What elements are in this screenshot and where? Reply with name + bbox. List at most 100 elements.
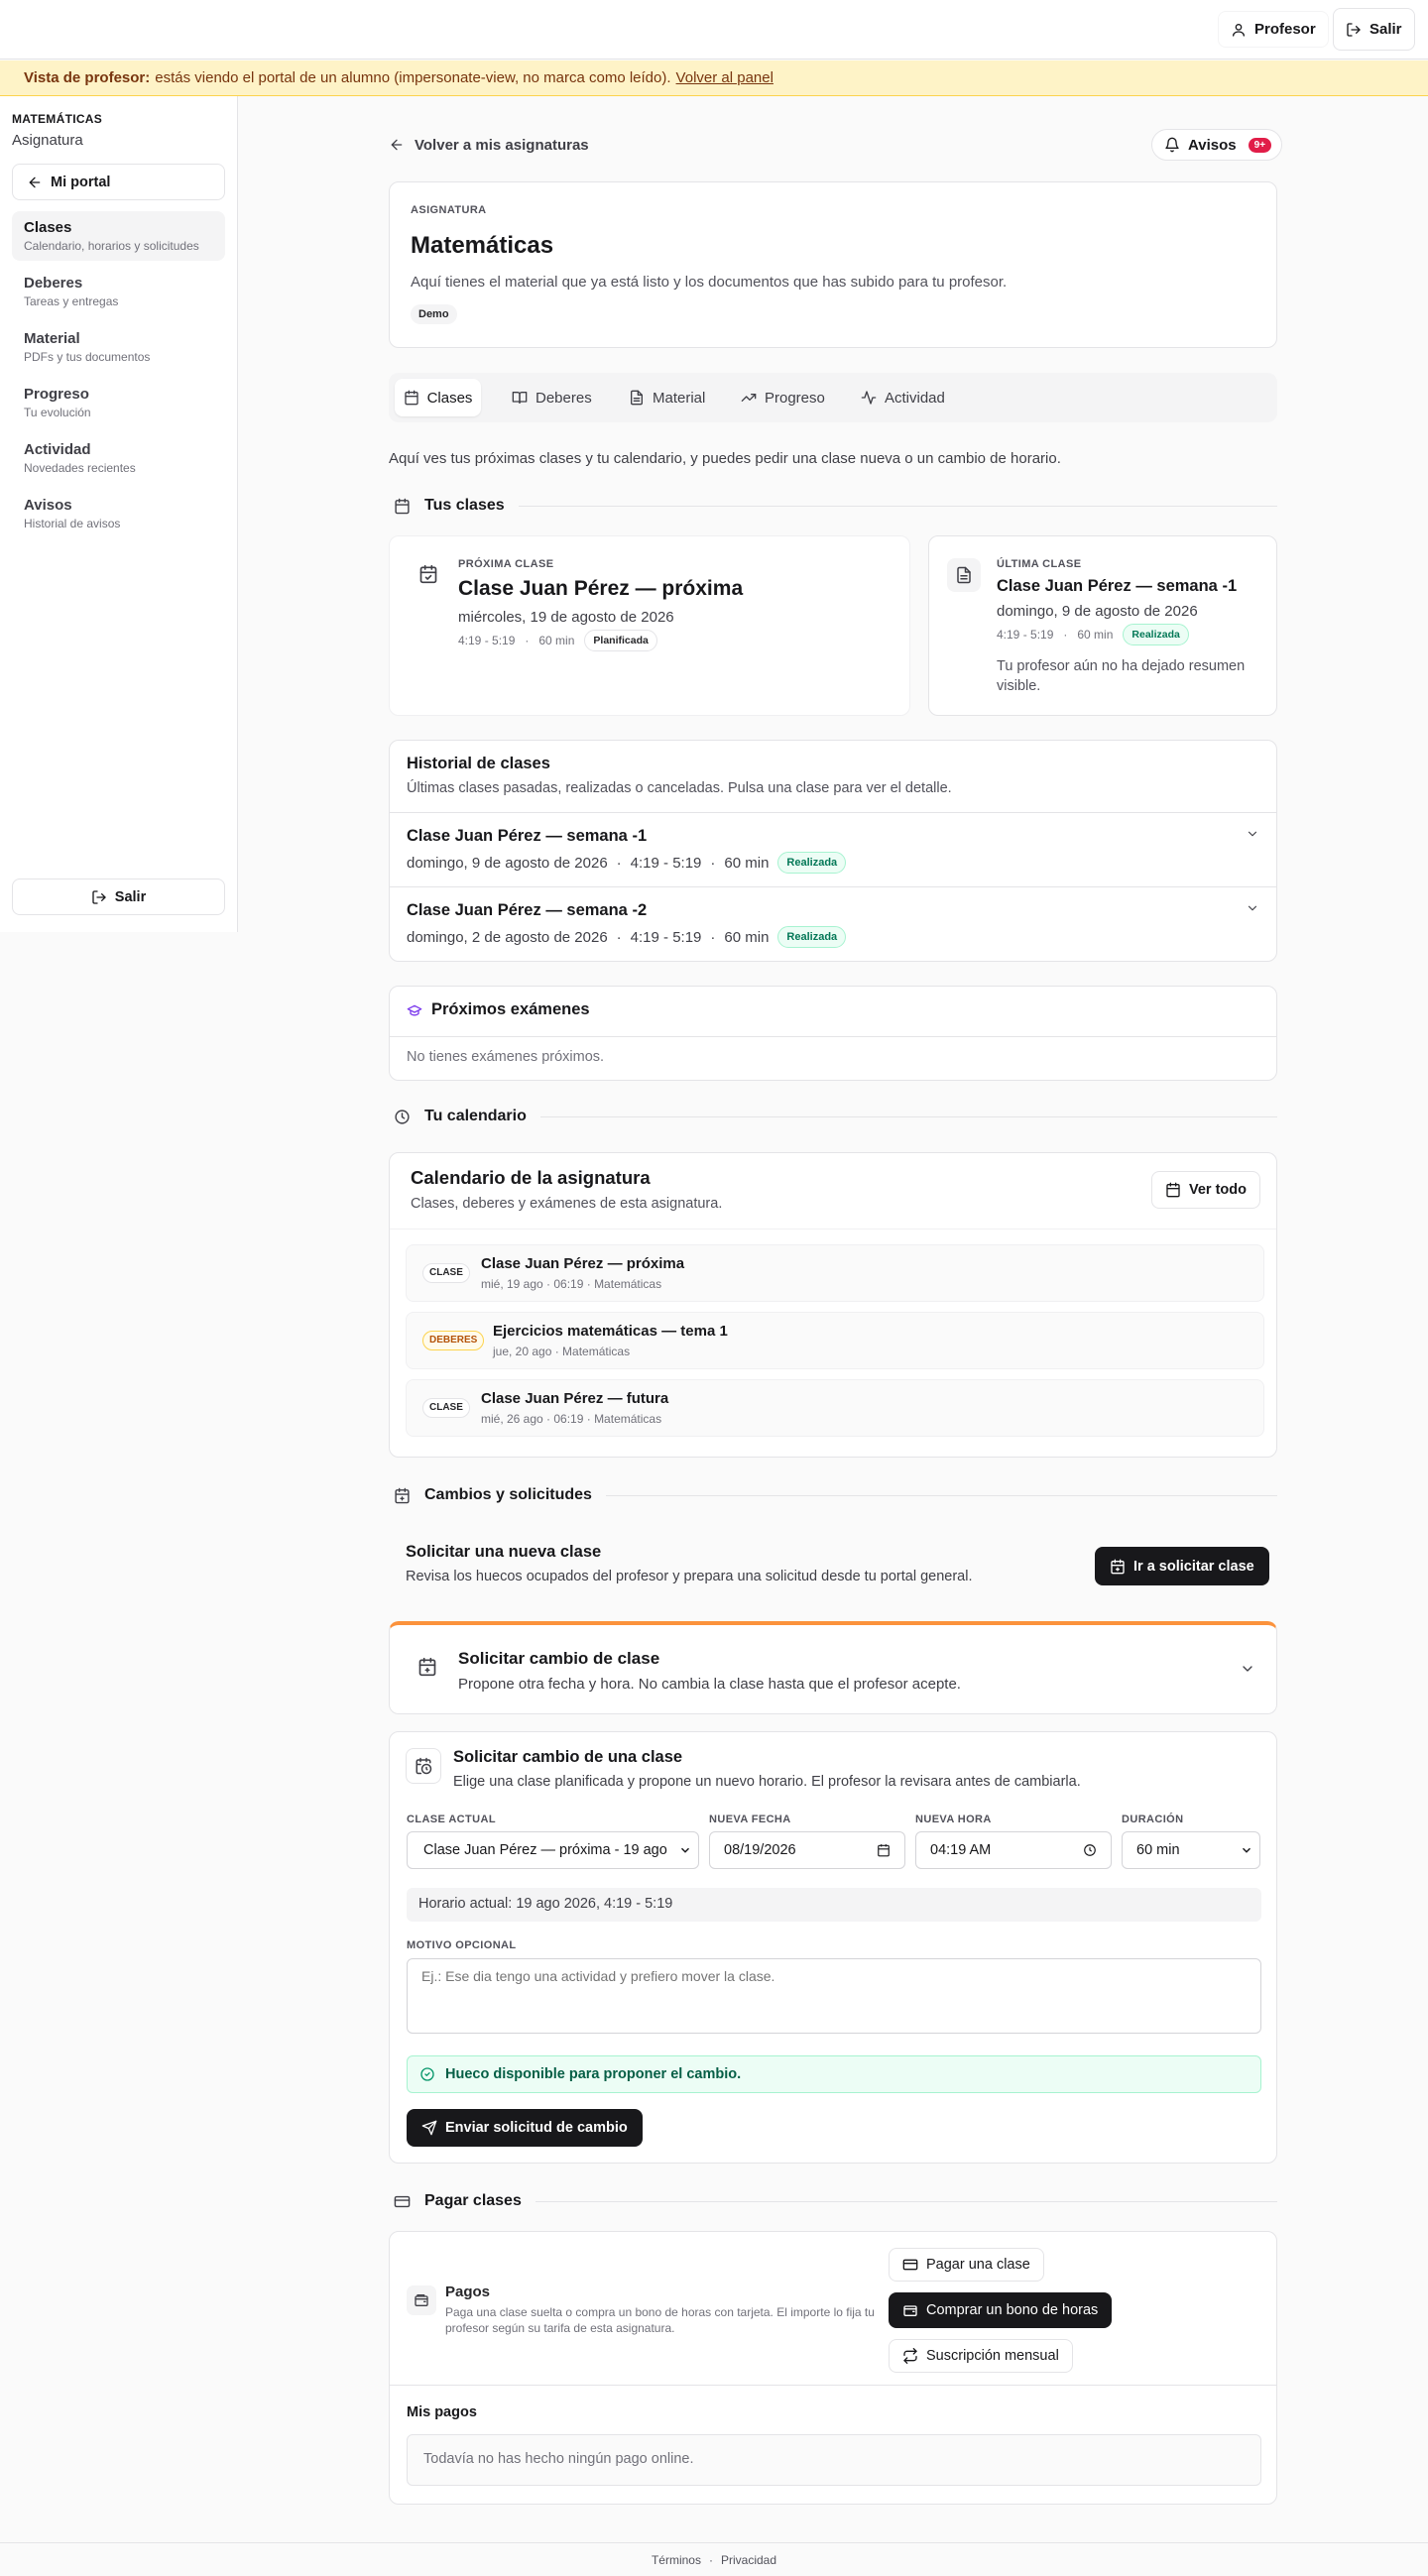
footer: Términos · Privacidad [0,2542,1428,2576]
sidebar-item-clases[interactable]: Clases Calendario, horarios y solicitudes [12,211,225,261]
sidebar-item-label: Clases [24,219,72,236]
dot-separator: · [525,634,530,647]
arrow-left-icon [391,139,403,151]
status-badge: Realizada [1123,624,1189,645]
next-time: 4:19 - 5:19 [458,634,516,647]
tab-material[interactable]: Material [629,379,705,416]
dot-separator: · [616,928,622,946]
buy-bundle-button[interactable]: Comprar un bono de horas [889,2292,1113,2328]
exams-divider [390,1036,1276,1037]
view-all-button[interactable]: Ver todo [1151,1171,1261,1209]
request-class-label: Ir a solicitar clase [1133,1558,1254,1575]
last-summary: Tu profesor aún no ha dejado resumen vis… [997,658,1246,694]
tab-clases[interactable]: Clases [395,379,481,416]
back-to-panel-link[interactable]: Volver al panel [676,69,774,86]
row-time: 4:19 - 5:19 [630,928,702,946]
item-title: Ejercicios matemáticas — tema 1 [493,1323,728,1340]
change-title: Solicitar cambio de clase [458,1649,660,1668]
item-title: Clase Juan Pérez — futura [481,1390,669,1407]
calendar-item[interactable]: DEBERES Ejercicios matemáticas — tema 1 … [406,1312,1264,1369]
sidebar-logout-button[interactable]: Salir [12,878,225,915]
reason-textarea[interactable] [407,1958,1261,2034]
logout-label: Salir [1369,21,1402,38]
payments-desc: Paga una clase suelta o compra un bono d… [445,2305,875,2335]
calendar-item[interactable]: CLASE Clase Juan Pérez — futura mié, 26 … [406,1379,1264,1437]
submit-change-button[interactable]: Enviar solicitud de cambio [407,2109,643,2147]
chevron-down-icon [1242,1847,1251,1853]
sidebar-item-avisos[interactable]: Avisos Historial de avisos [12,489,225,538]
next-class-card[interactable]: PRÓXIMA CLASE Clase Juan Pérez — próxima… [389,535,910,716]
calendar-plus-icon [418,1657,436,1677]
tab-deberes[interactable]: Deberes [512,379,592,416]
sidebar-item-progreso[interactable]: Progreso Tu evolución [12,378,225,427]
sidebar-item-desc: Novedades recientes [24,461,136,475]
history-row-title: Clase Juan Pérez — semana -1 [407,827,648,845]
chevron-down-icon [680,1847,690,1853]
new-date-input[interactable]: 08/19/2026 [709,1831,905,1869]
next-meta: 4:19 - 5:19 · 60 min Planificada [458,630,657,651]
item-tag: DEBERES [422,1331,485,1350]
history-card: Historial de clases Últimas clases pasad… [389,740,1277,962]
tab-progreso[interactable]: Progreso [741,379,825,416]
new-time-input[interactable]: 04:19 AM [915,1831,1112,1869]
chevron-down-icon[interactable] [1240,1661,1255,1677]
back-link[interactable]: Volver a mis asignaturas [389,135,589,155]
new-class-panel: Solicitar una nueva clase Revisa los hue… [389,1527,1277,1604]
chevron-down-icon[interactable] [1246,901,1259,915]
last-class-card[interactable]: ÚLTIMA CLASE Clase Juan Pérez — semana -… [928,535,1277,716]
item-tag: CLASE [422,1263,470,1283]
history-row[interactable]: Clase Juan Pérez — semana -1 domingo, 9 … [390,812,1276,886]
view-all-label: Ver todo [1189,1182,1248,1198]
label-time: NUEVA HORA [915,1814,992,1825]
credit-card-icon [394,2195,411,2207]
row-date: domingo, 9 de agosto de 2026 [407,854,608,872]
monthly-label: Suscripción mensual [926,2348,1059,2364]
history-title: Historial de clases [407,755,550,772]
section-title: Cambios y solicitudes [424,1486,592,1503]
label-date: NUEVA FECHA [709,1814,791,1825]
divider [605,1494,1277,1496]
calendario-heading: Tu calendario [394,1105,1277,1128]
terms-link[interactable]: Términos [652,2553,701,2567]
calendar-icon [1166,1182,1180,1198]
label-reason: MOTIVO OPCIONAL [407,1939,517,1951]
tab-label: Clases [426,389,473,407]
my-portal-button[interactable]: Mi portal [12,164,225,200]
item-tag: CLASE [422,1398,470,1418]
footer-separator: · [708,2552,713,2567]
monthly-subscription-button[interactable]: Suscripción mensual [889,2339,1073,2373]
change-class-collapsed[interactable]: Solicitar cambio de clase Propone otra f… [389,1621,1277,1714]
trending-up-icon [741,394,757,402]
logout-button[interactable]: Salir [1333,8,1415,51]
sidebar-subtitle: Asignatura [12,132,83,149]
chevron-down-icon[interactable] [1246,827,1259,841]
next-duration: 60 min [538,634,575,647]
pay-one-label: Pagar una clase [926,2257,1030,2273]
availability-text: Hueco disponible para proponer el cambio… [445,2066,742,2082]
privacy-link[interactable]: Privacidad [721,2553,776,2567]
label-current: CLASE ACTUAL [407,1814,496,1825]
divider [535,2200,1277,2202]
pay-one-button[interactable]: Pagar una clase [889,2248,1044,2282]
duration-select[interactable]: 60 min [1122,1831,1260,1869]
history-row-meta: domingo, 9 de agosto de 2026 · 4:19 - 5:1… [407,852,847,874]
tab-actividad[interactable]: Actividad [861,379,945,416]
sidebar-item-desc: Historial de avisos [24,517,121,530]
sidebar-item-actividad[interactable]: Actividad Novedades recientes [12,433,225,483]
sidebar-item-deberes[interactable]: Deberes Tareas y entregas [12,267,225,316]
last-meta: 4:19 - 5:19 · 60 min Realizada [997,624,1189,645]
calendar-clock-icon [416,1757,432,1775]
user-icon [1233,23,1245,37]
new-class-title: Solicitar una nueva clase [406,1543,602,1561]
calendar-item[interactable]: CLASE Clase Juan Pérez — próxima mié, 19… [406,1244,1264,1302]
profile-button[interactable]: Profesor [1218,11,1329,48]
avisos-button[interactable]: Avisos 9+ [1151,129,1283,161]
request-class-button[interactable]: Ir a solicitar clase [1095,1547,1269,1585]
logout-icon [1347,22,1361,37]
history-row[interactable]: Clase Juan Pérez — semana -2 domingo, 2 … [390,886,1276,961]
calendar-plus-icon [395,1487,410,1503]
subject-eyebrow: ASIGNATURA [411,204,487,216]
sidebar-item-material[interactable]: Material PDFs y tus documentos [12,322,225,372]
bell-icon [1165,137,1179,153]
current-class-select[interactable]: Clase Juan Pérez — próxima - 19 ago [407,1831,699,1869]
